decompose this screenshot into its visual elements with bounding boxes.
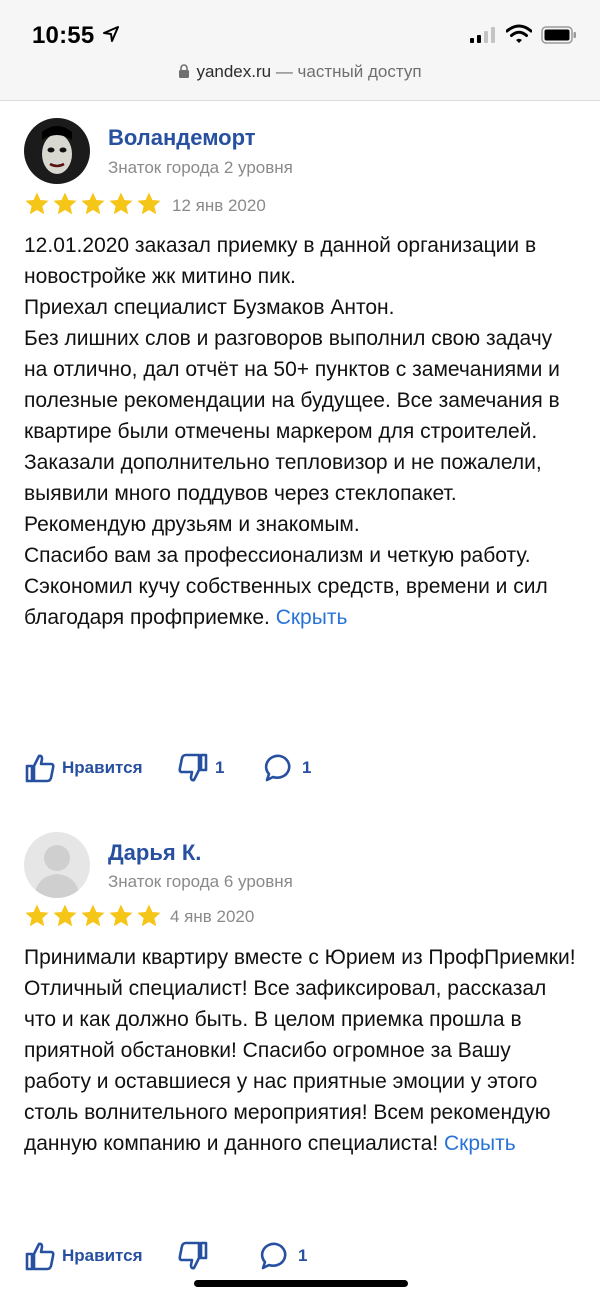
rating-stars <box>24 903 162 929</box>
star-icon <box>53 904 77 927</box>
comment-count: 1 <box>302 758 312 777</box>
review-date: 4 янв 2020 <box>170 907 255 926</box>
navigation-arrow-icon <box>103 26 119 42</box>
thumbs-up-icon <box>25 1242 55 1271</box>
author-level: Знаток города 6 уровня <box>108 872 293 891</box>
home-indicator[interactable] <box>194 1280 408 1287</box>
browser-top-bar: 10:55 yandex.ru — частный доступ <box>0 0 600 101</box>
review-author[interactable]: Воландеморт <box>108 125 256 151</box>
like-label: Нравится <box>62 758 143 777</box>
avatar[interactable] <box>24 118 90 184</box>
status-time: 10:55 <box>32 22 95 49</box>
like-label: Нравится <box>62 1246 143 1265</box>
hide-review-link[interactable]: Скрыть <box>276 606 348 629</box>
comment-icon <box>264 754 291 782</box>
rating-stars <box>24 191 162 217</box>
review-text-content: Принимали квартиру вместе с Юрием из Про… <box>24 946 576 1155</box>
thumbs-down-icon <box>178 753 208 782</box>
star-icon <box>109 192 133 215</box>
like-button[interactable]: Нравится <box>24 1240 143 1272</box>
star-icon <box>137 192 161 215</box>
star-icon <box>137 904 161 927</box>
url-bar[interactable]: yandex.ru — частный доступ <box>0 62 600 82</box>
star-icon <box>25 904 49 927</box>
dislike-button[interactable]: 1 <box>177 752 224 784</box>
star-icon <box>81 192 105 215</box>
dislike-button[interactable] <box>177 1240 209 1272</box>
url-private-label: — частный доступ <box>271 62 422 81</box>
avatar[interactable] <box>24 832 90 898</box>
comment-button[interactable]: 1 <box>264 752 311 784</box>
battery-icon <box>541 26 576 44</box>
star-icon <box>53 192 77 215</box>
review-text: 12.01.2020 заказал приемку в данной орга… <box>24 230 579 633</box>
author-level: Знаток города 2 уровня <box>108 158 293 177</box>
review-author[interactable]: Дарья К. <box>108 840 201 866</box>
comment-count: 1 <box>298 1246 308 1265</box>
hide-review-link[interactable]: Скрыть <box>444 1132 516 1155</box>
comment-button[interactable]: 1 <box>260 1240 307 1272</box>
dislike-count: 1 <box>215 758 225 777</box>
review-text: Принимали квартиру вместе с Юрием из Про… <box>24 942 579 1159</box>
star-icon <box>25 192 49 215</box>
review-text-content: 12.01.2020 заказал приемку в данной орга… <box>24 234 560 629</box>
cellular-signal-icon <box>470 27 495 43</box>
thumbs-up-icon <box>25 754 55 783</box>
thumbs-down-icon <box>178 1241 208 1270</box>
wifi-icon <box>506 24 532 43</box>
lock-icon <box>179 64 190 78</box>
like-button[interactable]: Нравится <box>24 752 143 784</box>
review-date: 12 янв 2020 <box>172 196 266 215</box>
url-host: yandex.ru <box>196 62 272 81</box>
star-icon <box>81 904 105 927</box>
star-icon <box>109 904 133 927</box>
comment-icon <box>260 1242 287 1270</box>
